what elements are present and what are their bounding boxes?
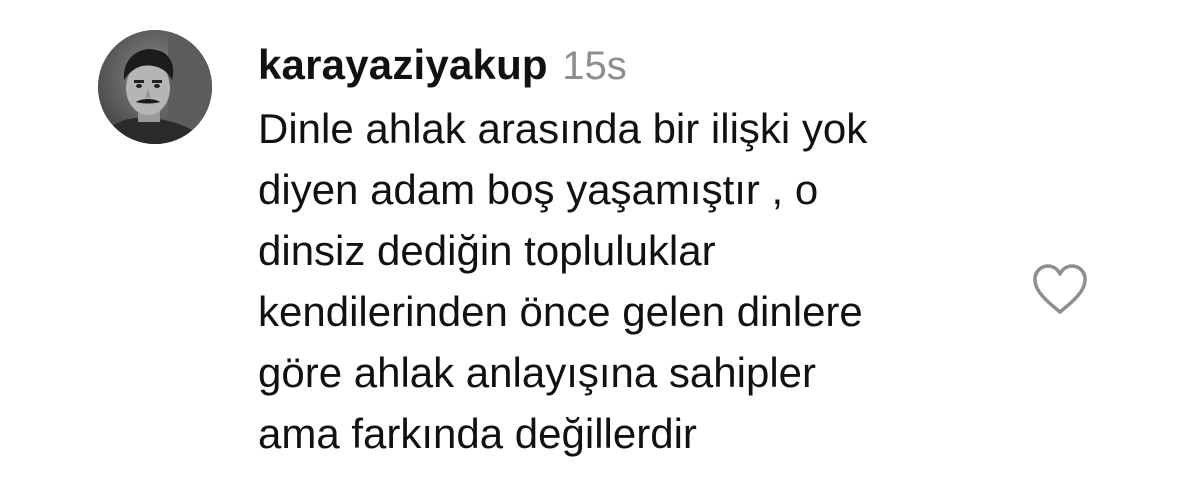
- avatar[interactable]: [98, 30, 212, 144]
- comment-text-line: Dinle ahlak arasında bir ilişki yok: [258, 105, 868, 152]
- comment-header: karayaziyakup 15s: [258, 36, 1018, 94]
- username-link[interactable]: karayaziyakup: [258, 41, 548, 88]
- comment-text-line: ama farkında değillerdir: [258, 410, 697, 457]
- comment-text-line: göre ahlak anlayışına sahipler: [258, 349, 817, 396]
- comment-text: Dinle ahlak arasında bir ilişki yok diye…: [258, 98, 1018, 464]
- comment-text-line: dinsiz dediğin topluluklar: [258, 227, 716, 274]
- like-button[interactable]: [1030, 262, 1090, 318]
- comment-text-line: kendilerinden önce gelen dinlere: [258, 288, 863, 335]
- comment-item: karayaziyakup 15s Dinle ahlak arasında b…: [0, 0, 1200, 502]
- heart-outline-icon: [1033, 264, 1087, 314]
- comment-text-line: diyen adam boş yaşamıştır , o: [258, 166, 819, 213]
- avatar-photo: [98, 30, 212, 144]
- comment-timestamp[interactable]: 15s: [562, 44, 627, 88]
- comment-content: karayaziyakup 15s Dinle ahlak arasında b…: [258, 36, 1018, 464]
